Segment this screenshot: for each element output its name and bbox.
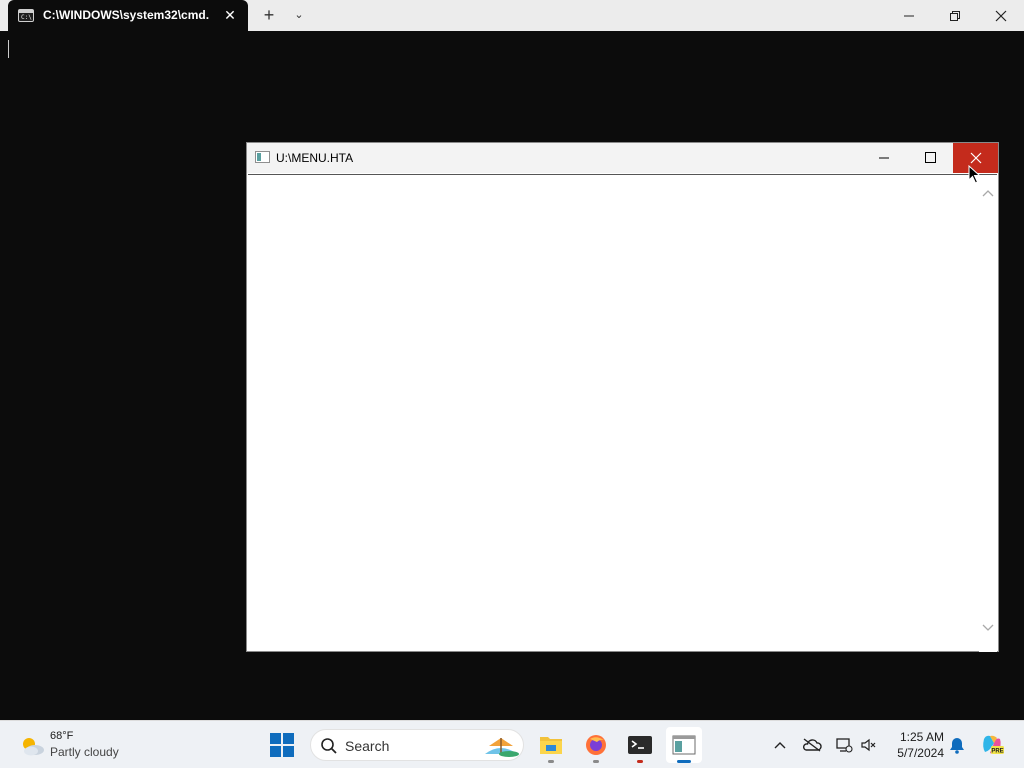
search-placeholder: Search [345, 738, 390, 754]
new-tab-icon[interactable]: + [259, 5, 279, 25]
maximize-icon [925, 152, 936, 163]
running-indicator [548, 760, 554, 763]
hta-titlebar[interactable]: U:\MENU.HTA [247, 143, 998, 173]
clock[interactable]: 1:25 AM 5/7/2024 [888, 727, 946, 763]
taskbar: 68°F Partly cloudy Search 1:25 AM 5/7/20… [0, 720, 1024, 768]
vertical-scrollbar[interactable] [979, 175, 997, 652]
running-indicator [637, 760, 643, 763]
terminal-button[interactable] [622, 727, 658, 763]
minimize-icon [904, 15, 914, 17]
file-explorer-button[interactable] [533, 727, 569, 763]
hta-content-area [248, 174, 997, 652]
cmd-icon: C:\ [18, 9, 34, 22]
firefox-button[interactable] [578, 727, 614, 763]
terminal-icon [628, 736, 652, 754]
chevron-down-icon [982, 624, 994, 631]
volume-muted-icon [861, 738, 876, 752]
chevron-up-icon [982, 190, 994, 197]
restore-button[interactable] [932, 0, 978, 31]
start-button[interactable] [270, 733, 294, 757]
minimize-icon [879, 157, 889, 159]
chevron-up-icon [774, 742, 786, 749]
hta-window-title: U:\MENU.HTA [276, 151, 354, 165]
show-hidden-icons-button[interactable] [768, 733, 792, 757]
copilot-icon: PRE [983, 735, 1004, 755]
terminal-tab[interactable]: C:\ C:\WINDOWS\system32\cmd. ✕ [8, 0, 248, 31]
weather-widget[interactable]: 68°F Partly cloudy [14, 727, 144, 763]
cmd-icon-text: C:\ [21, 14, 32, 21]
weather-description: Partly cloudy [50, 745, 119, 759]
network-icon [836, 738, 853, 753]
weather-temperature: 68°F [50, 730, 74, 742]
clock-date: 5/7/2024 [897, 746, 944, 760]
scroll-up-icon[interactable] [982, 187, 994, 199]
close-tab-icon[interactable]: ✕ [221, 6, 239, 24]
text-cursor [8, 40, 9, 58]
close-button[interactable] [978, 0, 1024, 31]
terminal-titlebar: C:\ C:\WINDOWS\system32\cmd. ✕ + ⌄ [0, 0, 1024, 31]
firefox-icon [586, 735, 606, 755]
folder-icon [540, 737, 562, 754]
mouse-pointer-icon [968, 165, 981, 184]
hta-minimize-button[interactable] [861, 143, 907, 173]
minimize-button[interactable] [886, 0, 932, 31]
partly-cloudy-icon [23, 738, 44, 756]
hta-window-icon [672, 735, 696, 755]
taskbar-search[interactable]: Search [310, 729, 524, 761]
close-icon [995, 10, 1007, 22]
search-highlight-icon [485, 738, 519, 757]
copilot-badge: PRE [991, 749, 1003, 755]
hta-maximize-button[interactable] [907, 143, 953, 173]
running-indicator [593, 760, 599, 763]
clock-time: 1:25 AM [899, 730, 944, 744]
search-icon [321, 738, 337, 754]
chevron-down-icon[interactable]: ⌄ [289, 5, 309, 25]
restore-icon [950, 11, 960, 21]
close-icon [970, 152, 981, 164]
copilot-button[interactable]: PRE [980, 733, 1004, 757]
network-button[interactable] [832, 733, 856, 757]
notifications-button[interactable] [945, 733, 969, 757]
hta-app-icon [255, 151, 270, 163]
onedrive-button[interactable] [800, 733, 824, 757]
terminal-tab-title: C:\WINDOWS\system32\cmd. [43, 8, 210, 22]
hta-app-button[interactable] [666, 727, 702, 763]
bell-icon [950, 738, 964, 754]
hta-window: U:\MENU.HTA [246, 142, 999, 652]
active-indicator [677, 760, 691, 763]
cloud-offline-icon [802, 738, 822, 752]
volume-button[interactable] [857, 733, 881, 757]
scroll-down-icon[interactable] [982, 622, 994, 634]
